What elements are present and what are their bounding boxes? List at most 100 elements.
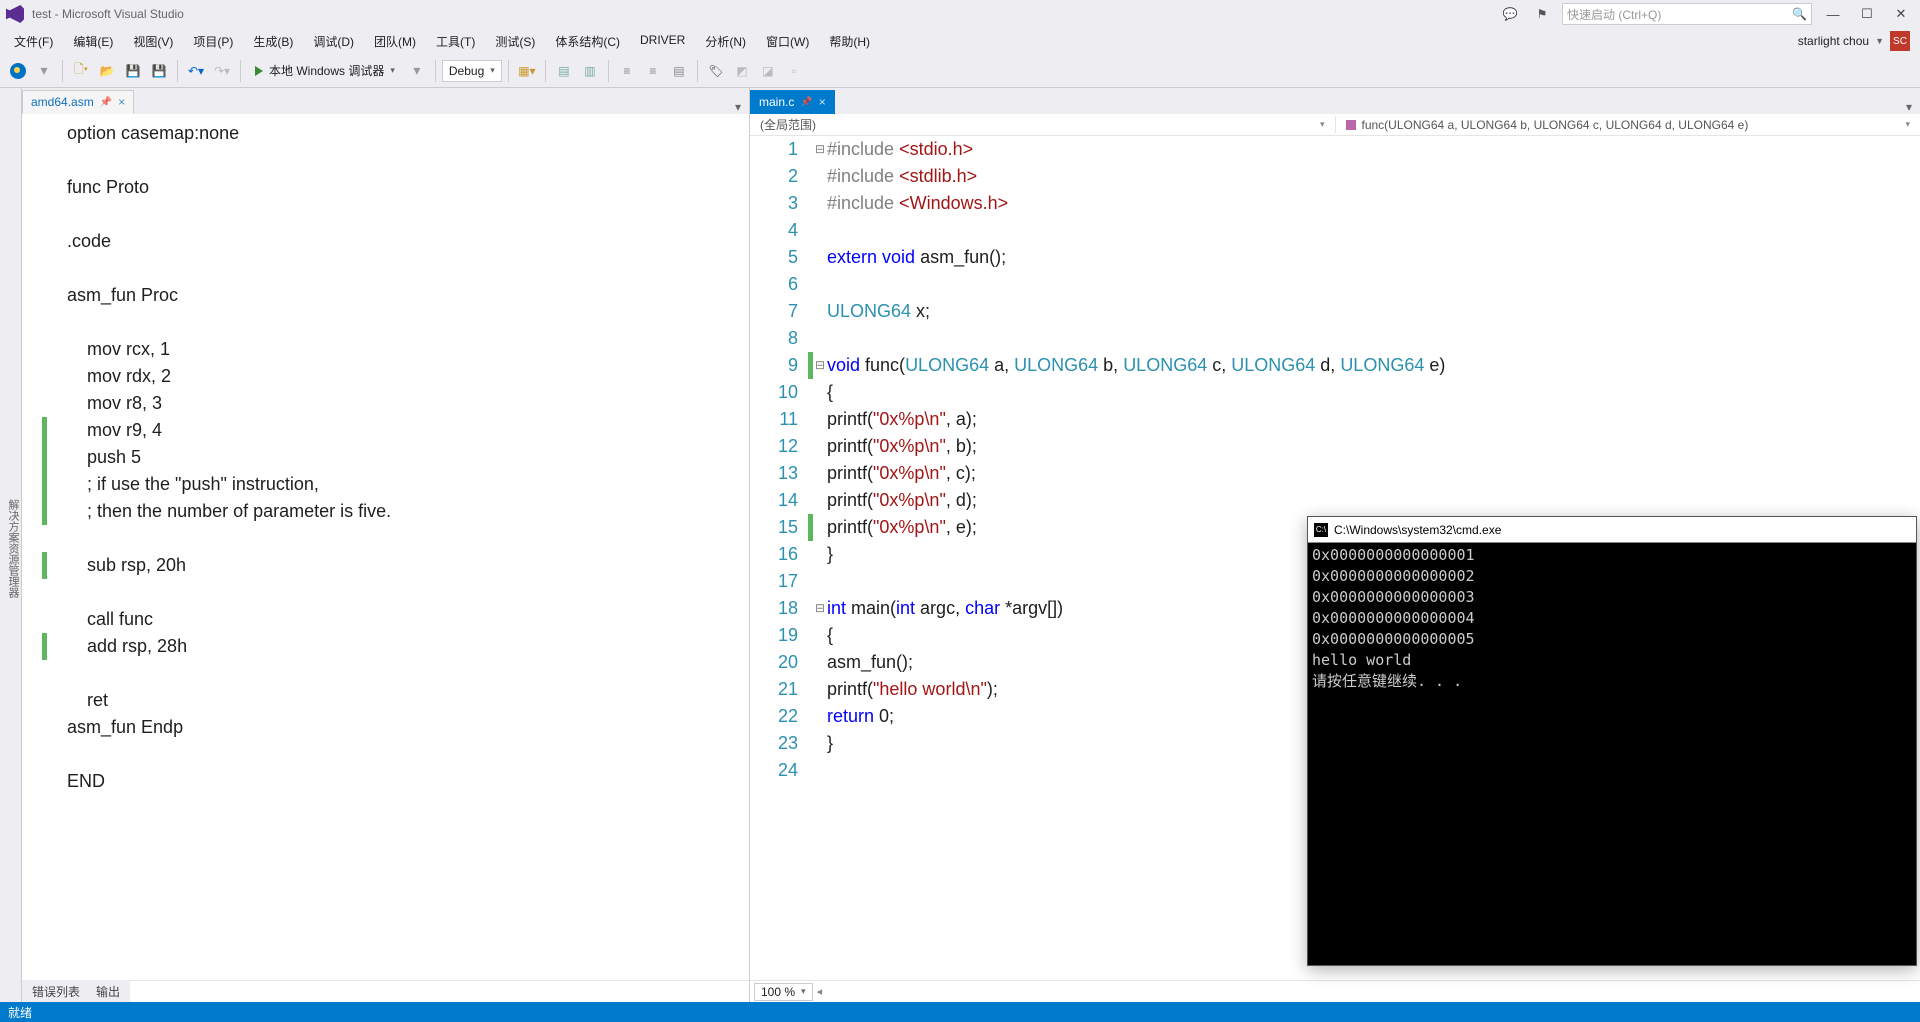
menu-item[interactable]: 测试(S) [485,30,545,53]
code-line[interactable] [67,660,391,687]
code-line[interactable]: mov r8, 3 [67,390,391,417]
output-tab[interactable]: 输出 [96,983,120,1000]
code-line[interactable]: .code [67,228,391,255]
code-line[interactable] [827,271,1920,298]
code-line[interactable]: printf("0x%p\n", a); [827,406,1920,433]
menu-item[interactable]: DRIVER [630,30,695,53]
nav-back-button[interactable] [6,59,30,83]
code-line[interactable]: #include <Windows.h> [827,190,1920,217]
user-avatar[interactable]: SC [1890,31,1910,51]
bookmark-icon[interactable]: 🏷 [704,59,728,83]
code-line[interactable]: #include <stdio.h> [827,136,1920,163]
tab-overflow-button[interactable]: ▾ [727,100,749,114]
code-line[interactable]: { [827,379,1920,406]
code-line[interactable]: void func(ULONG64 a, ULONG64 b, ULONG64 … [827,352,1920,379]
scope-combo[interactable]: (全局范围)▾ [750,116,1336,133]
toolbar-icon-2[interactable]: ▤ [552,59,576,83]
undo-button[interactable]: ↶▾ [184,59,208,83]
code-line[interactable]: END [67,768,391,795]
toolbar-icon-8[interactable]: ◪ [756,59,780,83]
code-line[interactable] [827,217,1920,244]
console-window[interactable]: C:\ C:\Windows\system32\cmd.exe 0x000000… [1307,516,1917,966]
toolbar-icon-1[interactable]: ▦▾ [515,59,539,83]
save-all-button[interactable]: 💾 [147,59,171,83]
close-icon[interactable]: × [118,95,125,109]
nav-forward-button[interactable]: ▾ [32,59,56,83]
close-button[interactable]: ✕ [1888,4,1914,24]
code-line[interactable]: mov rcx, 1 [67,336,391,363]
menu-item[interactable]: 文件(F) [4,30,63,53]
menu-item[interactable]: 生成(B) [243,30,303,53]
close-icon[interactable]: × [819,95,826,109]
tab-main-c[interactable]: main.c 📌 × [750,90,835,114]
config-combo[interactable]: Debug▾ [442,60,502,82]
menu-item[interactable]: 调试(D) [303,30,364,53]
code-line[interactable]: push 5 [67,444,391,471]
code-line[interactable] [67,201,391,228]
user-name[interactable]: starlight chou [1798,34,1869,48]
chevron-down-icon[interactable]: ▼ [1875,36,1884,46]
menu-item[interactable]: 视图(V) [123,30,183,53]
fold-toggle[interactable]: ⊟ [813,136,827,163]
code-line[interactable]: ; then the number of parameter is five. [67,498,391,525]
code-line[interactable]: ; if use the "push" instruction, [67,471,391,498]
solution-explorer-tab[interactable]: 解决方案资源管理器 [0,88,22,1002]
menu-item[interactable]: 工具(T) [426,30,485,53]
code-line[interactable] [67,255,391,282]
menu-item[interactable]: 帮助(H) [819,30,880,53]
maximize-button[interactable]: ☐ [1854,4,1880,24]
code-line[interactable] [827,325,1920,352]
fold-toggle[interactable]: ⊟ [813,352,827,379]
toolbar-icon-4[interactable]: ≡ [615,59,639,83]
code-line[interactable]: asm_fun Endp [67,714,391,741]
open-button[interactable]: 📂 [95,59,119,83]
menu-item[interactable]: 体系结构(C) [545,30,630,53]
code-line[interactable] [67,147,391,174]
new-item-button[interactable]: 🗋▾ [69,59,93,83]
code-line[interactable]: printf("0x%p\n", b); [827,433,1920,460]
code-line[interactable] [67,525,391,552]
menu-item[interactable]: 分析(N) [695,30,756,53]
code-line[interactable]: printf("0x%p\n", d); [827,487,1920,514]
code-line[interactable]: extern void asm_fun(); [827,244,1920,271]
toolbar-icon-3[interactable]: ▥ [578,59,602,83]
pin-icon[interactable]: 📌 [100,97,112,108]
redo-button[interactable]: ↷▾ [210,59,234,83]
menu-item[interactable]: 窗口(W) [756,30,819,53]
code-line[interactable]: call func [67,606,391,633]
code-line[interactable]: asm_fun Proc [67,282,391,309]
toolbar-icon-6[interactable]: ▤ [667,59,691,83]
toolbar-icon-5[interactable]: ≡ [641,59,665,83]
code-line[interactable]: add rsp, 28h [67,633,391,660]
fold-toggle[interactable]: ⊟ [813,595,827,622]
save-button[interactable]: 💾 [121,59,145,83]
toolbar-icon-7[interactable]: ◩ [730,59,754,83]
code-line[interactable]: ULONG64 x; [827,298,1920,325]
tab-overflow-button[interactable]: ▾ [1898,100,1920,114]
menu-item[interactable]: 项目(P) [183,30,243,53]
start-debug-button[interactable]: 本地 Windows 调试器 ▾ [247,59,403,83]
left-editor[interactable]: option casemap:none func Proto .code asm… [22,114,749,980]
code-line[interactable]: printf("0x%p\n", c); [827,460,1920,487]
quick-launch-input[interactable]: 快速启动 (Ctrl+Q) 🔍 [1562,3,1812,25]
debug-target-dropdown[interactable]: ▾ [405,59,429,83]
code-line[interactable] [67,741,391,768]
error-list-tab[interactable]: 错误列表 [32,983,80,1000]
flag-icon[interactable]: ⚑ [1530,4,1554,24]
menu-item[interactable]: 团队(M) [364,30,426,53]
code-line[interactable]: ret [67,687,391,714]
zoom-combo[interactable]: 100 %▾ [754,983,813,1001]
code-line[interactable]: #include <stdlib.h> [827,163,1920,190]
scroll-left-icon[interactable]: ◂ [817,985,823,998]
pin-icon[interactable]: 📌 [800,97,812,108]
console-titlebar[interactable]: C:\ C:\Windows\system32\cmd.exe [1308,517,1916,543]
code-line[interactable]: mov r9, 4 [67,417,391,444]
member-combo[interactable]: func(ULONG64 a, ULONG64 b, ULONG64 c, UL… [1336,118,1920,132]
tab-amd64-asm[interactable]: amd64.asm 📌 × [22,90,134,114]
toolbar-icon-9[interactable]: ▫ [782,59,806,83]
code-line[interactable]: option casemap:none [67,120,391,147]
code-line[interactable]: func Proto [67,174,391,201]
minimize-button[interactable]: — [1820,4,1846,24]
code-line[interactable] [67,309,391,336]
code-line[interactable] [67,579,391,606]
